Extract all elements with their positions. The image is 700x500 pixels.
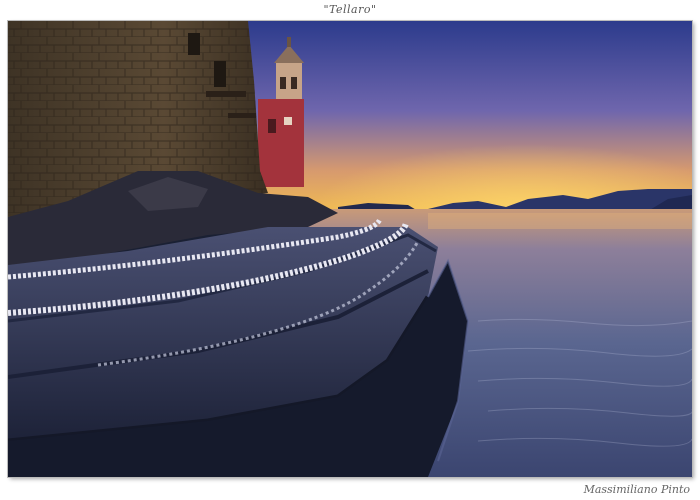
photographer-signature: Massimiliano Pinto [583, 483, 690, 496]
balcony [206, 91, 246, 97]
tower-window [291, 77, 297, 89]
balcony [228, 113, 256, 118]
tellaro-scene [8, 21, 692, 477]
church-window [284, 117, 292, 125]
photo-title: "Tellaro" [323, 3, 377, 16]
tower-finial [287, 37, 291, 47]
sea-reflection [428, 213, 692, 229]
house-window [214, 61, 226, 87]
tellaro-photo [8, 21, 692, 477]
red-church [258, 99, 304, 187]
tower-window [280, 77, 286, 89]
church-window [268, 119, 276, 133]
house-window [188, 33, 200, 55]
